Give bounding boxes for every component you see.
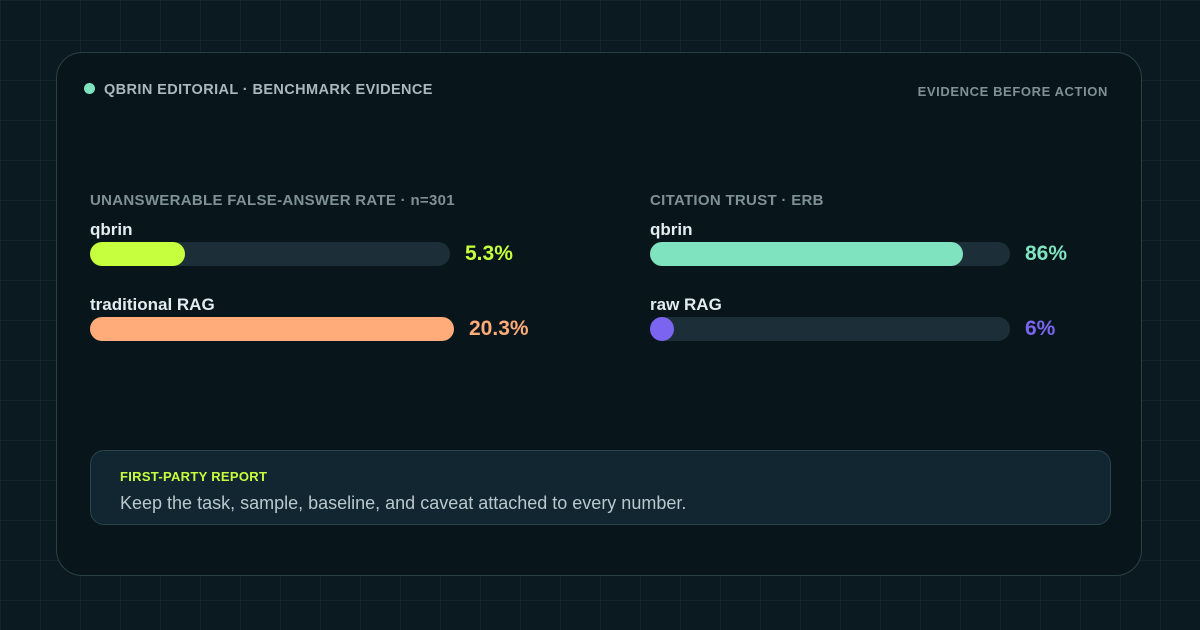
bar-row-raw-rag: raw RAG 6% bbox=[650, 295, 1110, 355]
bar-track bbox=[90, 242, 450, 266]
bar-track bbox=[650, 317, 1010, 341]
bar-qbrin bbox=[650, 242, 964, 266]
bar-raw-rag bbox=[650, 317, 674, 341]
bar-label-qbrin: qbrin bbox=[650, 220, 693, 239]
evidence-card: QBRIN EDITORIAL · BENCHMARK EVIDENCE EVI… bbox=[56, 52, 1142, 576]
bar-row-qbrin: qbrin 5.3% bbox=[90, 220, 550, 280]
citation-trust-chart: CITATION TRUST · ERB qbrin 86% raw RAG 6… bbox=[650, 191, 1110, 341]
bar-row-qbrin: qbrin 86% bbox=[650, 220, 1110, 280]
chart-title: UNANSWERABLE FALSE-ANSWER RATE · n=301 bbox=[90, 192, 455, 209]
value-label-raw-rag: 6% bbox=[1025, 317, 1056, 340]
bar-label-traditional-rag: traditional RAG bbox=[90, 295, 215, 314]
status-dot-icon bbox=[84, 83, 95, 94]
value-label-traditional-rag: 20.3% bbox=[469, 317, 529, 340]
bar-label-raw-rag: raw RAG bbox=[650, 295, 722, 314]
false-answer-rate-chart: UNANSWERABLE FALSE-ANSWER RATE · n=301 q… bbox=[90, 191, 550, 341]
note-label: FIRST-PARTY REPORT bbox=[120, 469, 268, 484]
note-text: Keep the task, sample, baseline, and cav… bbox=[120, 493, 687, 513]
bar-qbrin bbox=[90, 242, 186, 266]
bar-track bbox=[90, 317, 454, 341]
value-label-qbrin: 86% bbox=[1025, 242, 1068, 265]
value-label-qbrin: 5.3% bbox=[465, 242, 513, 265]
chart-title: CITATION TRUST · ERB bbox=[650, 192, 824, 209]
brand-title: QBRIN EDITORIAL · BENCHMARK EVIDENCE bbox=[104, 82, 433, 98]
bar-row-traditional-rag: traditional RAG 20.3% bbox=[90, 295, 550, 355]
first-party-note: FIRST-PARTY REPORT Keep the task, sample… bbox=[90, 450, 1111, 525]
bar-label-qbrin: qbrin bbox=[90, 220, 133, 239]
bar-track bbox=[650, 242, 1010, 266]
tagline: EVIDENCE BEFORE ACTION bbox=[917, 84, 1108, 99]
bar-traditional-rag bbox=[90, 317, 454, 341]
